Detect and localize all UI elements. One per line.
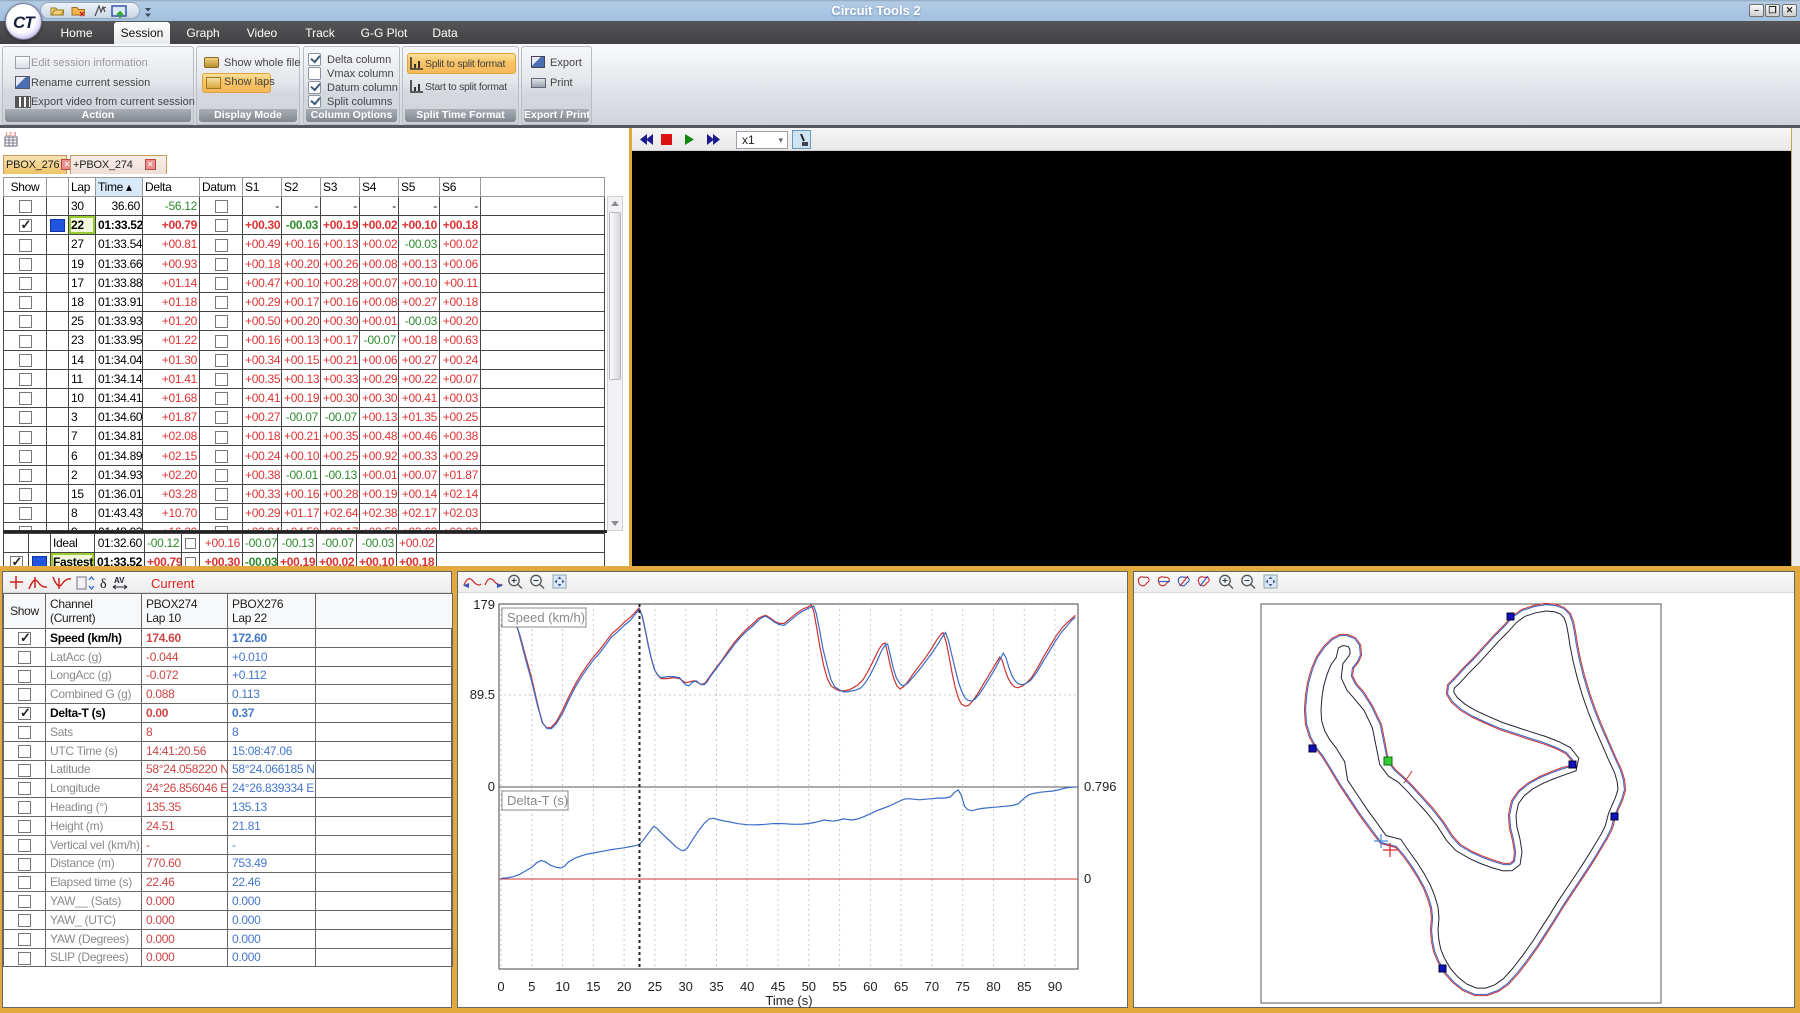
svg-text:50: 50 <box>802 979 816 994</box>
svg-text:30: 30 <box>678 979 692 994</box>
svg-text:Time (s): Time (s) <box>765 993 812 1008</box>
svg-text:10: 10 <box>555 979 569 994</box>
svg-text:AV: AV <box>114 576 125 585</box>
svg-text:15: 15 <box>586 979 600 994</box>
svg-text:75: 75 <box>955 979 969 994</box>
svg-text:25: 25 <box>648 979 662 994</box>
svg-text:0: 0 <box>1084 871 1091 886</box>
svg-text:60: 60 <box>863 979 877 994</box>
svg-text:Delta-T (s): Delta-T (s) <box>507 793 568 808</box>
svg-text:89.5: 89.5 <box>470 687 495 702</box>
svg-text:179: 179 <box>473 597 495 612</box>
svg-text:85: 85 <box>1017 979 1031 994</box>
svg-text:55: 55 <box>832 979 846 994</box>
svg-text:δ: δ <box>100 577 107 592</box>
svg-text:45: 45 <box>771 979 785 994</box>
svg-text:65: 65 <box>894 979 908 994</box>
svg-text:80: 80 <box>986 979 1000 994</box>
svg-text:0.796: 0.796 <box>1084 779 1117 794</box>
svg-text:0: 0 <box>488 779 495 794</box>
svg-text:90: 90 <box>1048 979 1062 994</box>
svg-text:Speed (km/h): Speed (km/h) <box>507 610 585 625</box>
svg-text:35: 35 <box>709 979 723 994</box>
svg-text:40: 40 <box>740 979 754 994</box>
svg-text:5: 5 <box>528 979 535 994</box>
svg-text:0: 0 <box>497 979 504 994</box>
svg-text:70: 70 <box>925 979 939 994</box>
svg-text:20: 20 <box>617 979 631 994</box>
